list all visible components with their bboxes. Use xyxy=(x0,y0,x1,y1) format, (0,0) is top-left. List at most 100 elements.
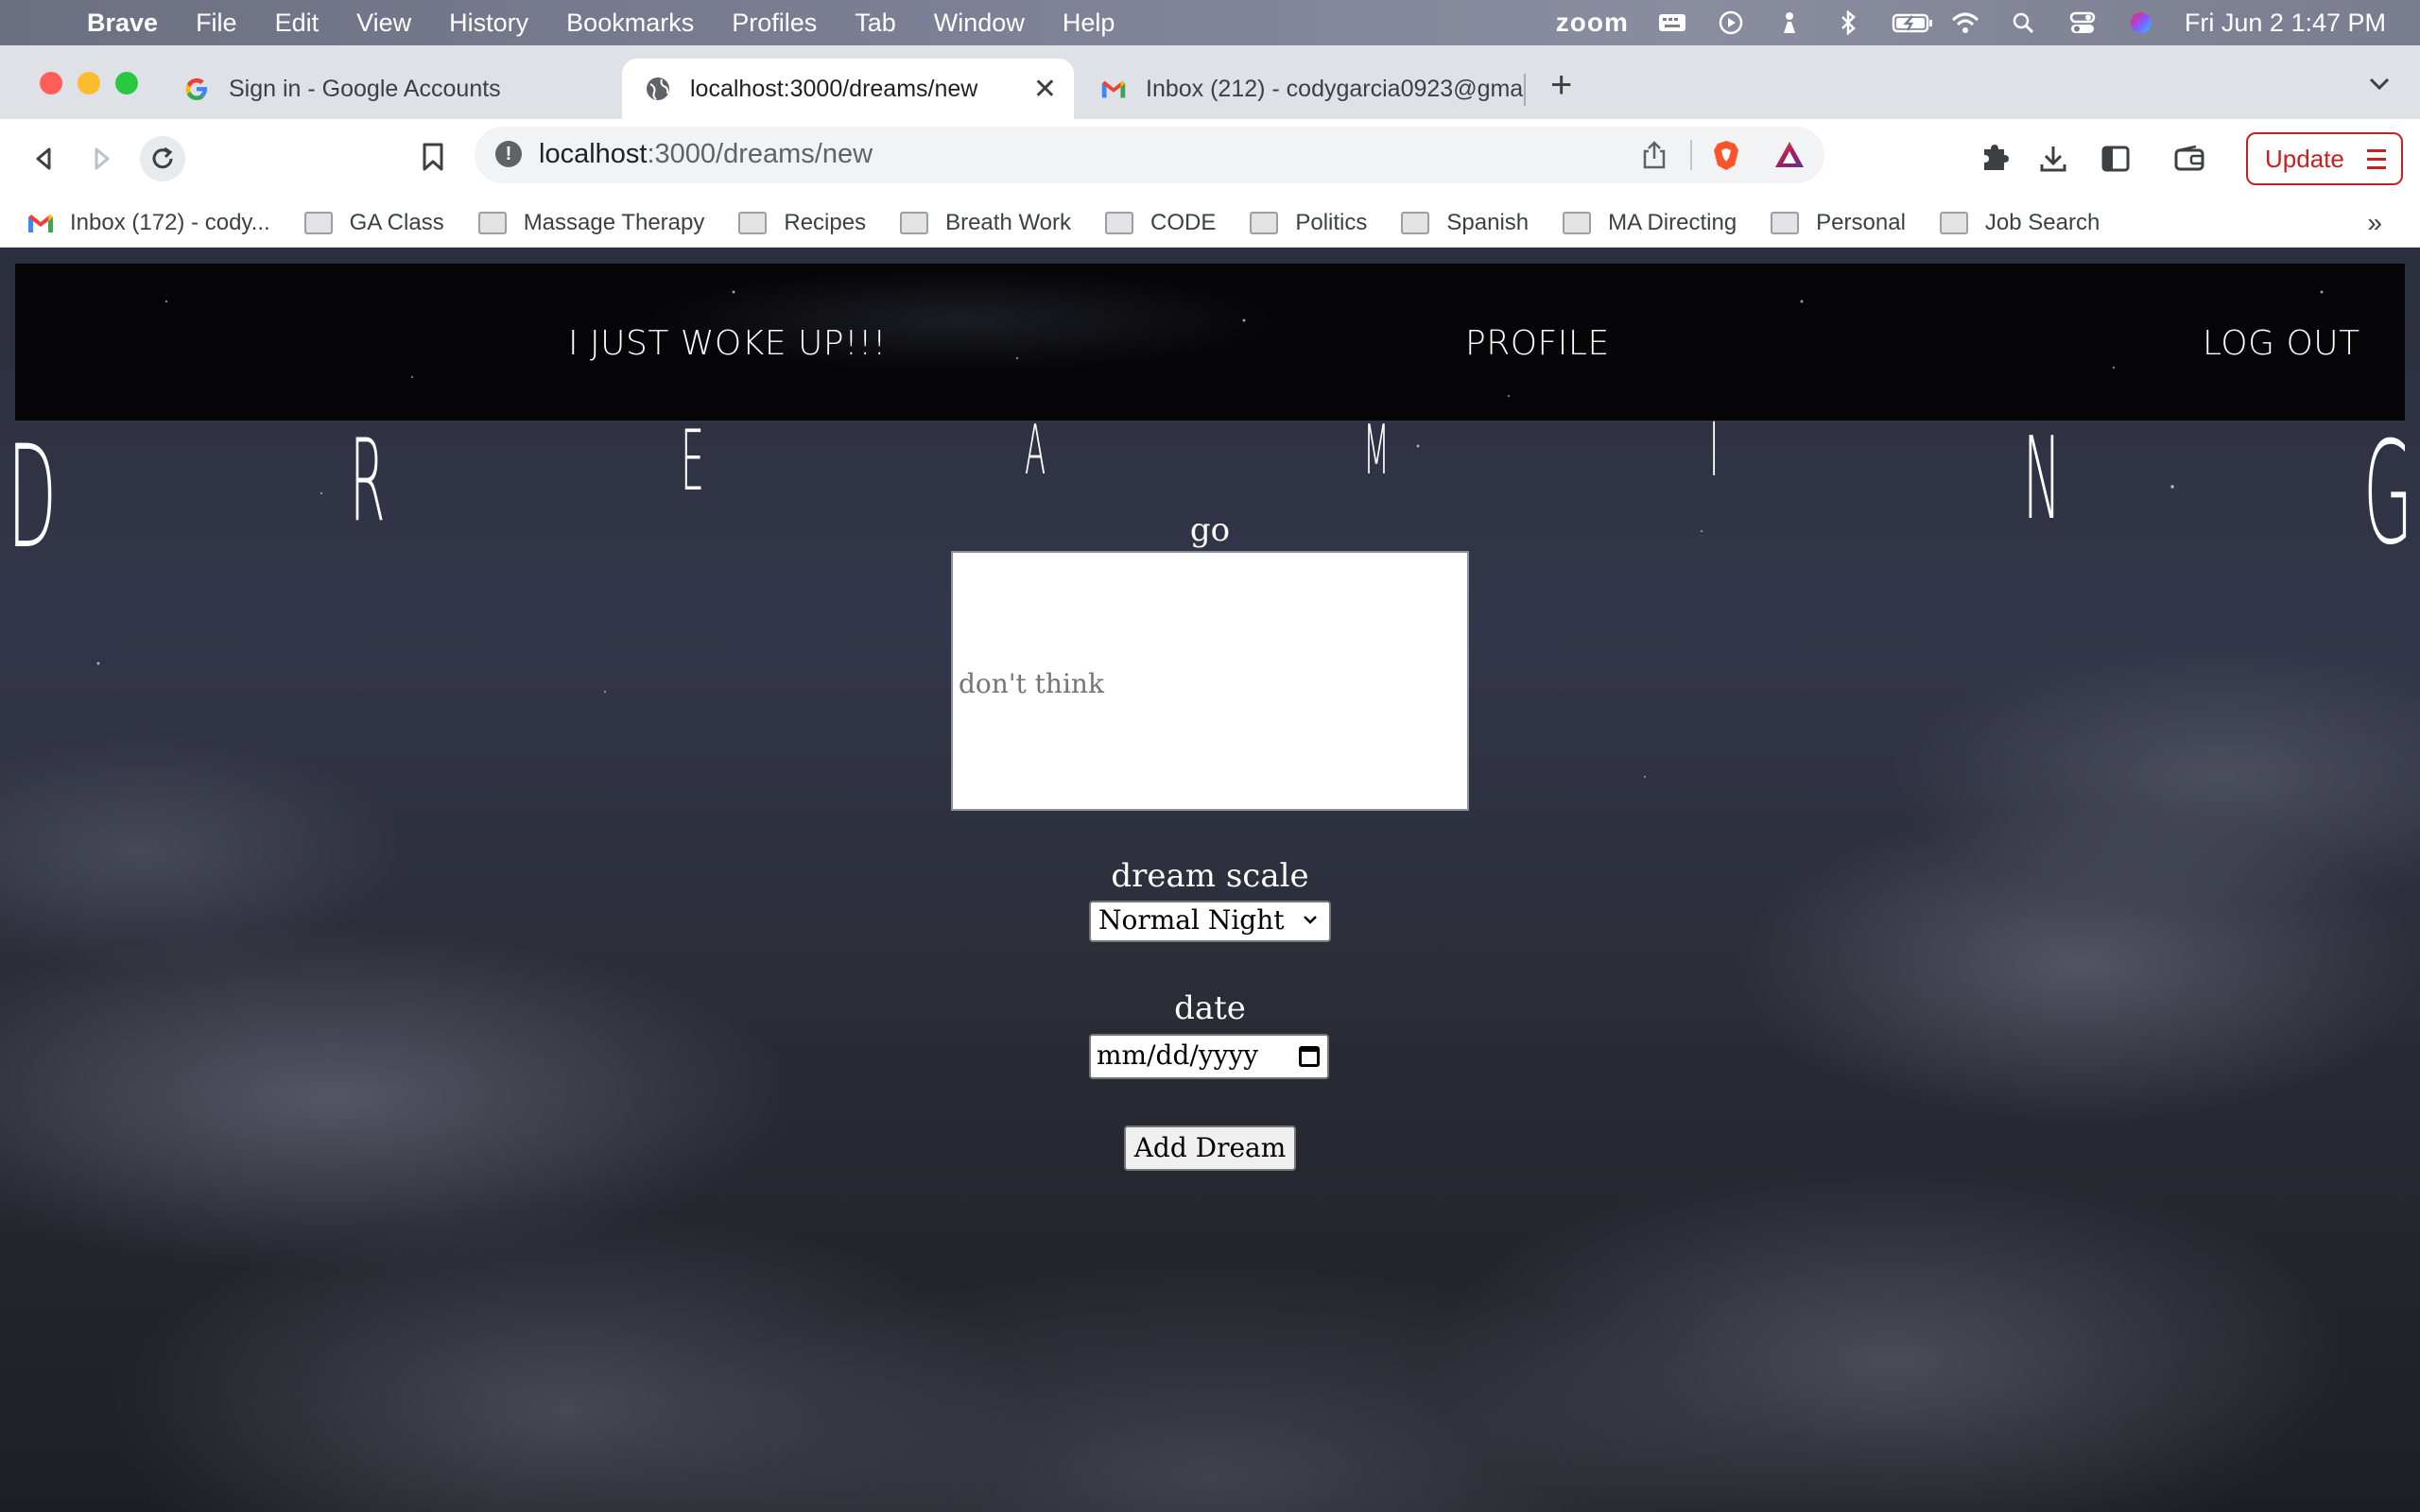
chevron-down-icon xyxy=(1301,902,1320,951)
control-center-icon[interactable] xyxy=(2067,10,2098,35)
bookmark-label: Personal xyxy=(1816,209,1906,235)
title-letter: E xyxy=(681,412,705,509)
extensions-icon[interactable] xyxy=(1976,140,2014,178)
menu-help[interactable]: Help xyxy=(1063,9,1115,38)
folder-icon xyxy=(1939,211,1968,234)
wifi-icon[interactable] xyxy=(1950,10,1980,35)
bookmarks-overflow-button[interactable]: » xyxy=(2367,208,2382,238)
bookmark-folder-job-search[interactable]: Job Search xyxy=(1939,209,2100,236)
navbar-starfield xyxy=(15,264,2405,421)
title-letter: G xyxy=(2363,412,2413,576)
date-input[interactable]: mm/dd/yyyy xyxy=(1089,1034,1329,1079)
bookmark-folder-breath-work[interactable]: Breath Work xyxy=(900,210,1071,236)
date-input-placeholder: mm/dd/yyyy xyxy=(1097,1040,1259,1071)
date-label: date xyxy=(1174,989,1246,1027)
bookmark-folder-personal[interactable]: Personal xyxy=(1771,210,1906,236)
tab-search-chevron-icon[interactable] xyxy=(2367,70,2392,99)
bookmark-folder-code[interactable]: CODE xyxy=(1105,210,1216,236)
wallet-icon[interactable] xyxy=(2170,140,2208,178)
brave-rewards-icon[interactable] xyxy=(1773,140,1804,170)
bookmark-label: Massage Therapy xyxy=(523,209,705,235)
tab-dreams-new-active[interactable]: localhost:3000/dreams/new ✕ xyxy=(622,59,1074,119)
menu-bookmarks[interactable]: Bookmarks xyxy=(566,9,694,38)
dream-textarea[interactable]: don't think xyxy=(951,551,1469,811)
bookmark-folder-recipes[interactable]: Recipes xyxy=(738,210,866,236)
window-close-button[interactable] xyxy=(40,72,62,94)
folder-icon xyxy=(1250,211,1279,234)
reload-button[interactable] xyxy=(140,136,185,181)
tab-separator xyxy=(1524,74,1526,106)
downloads-icon[interactable] xyxy=(2034,140,2072,178)
address-bar[interactable]: ! localhost:3000/dreams/new xyxy=(475,127,1824,183)
calendar-icon[interactable] xyxy=(1299,1046,1320,1067)
menu-profiles[interactable]: Profiles xyxy=(732,9,817,38)
sidebar-icon[interactable] xyxy=(2097,140,2135,178)
site-navbar: I JUST WOKE UP!!! PROFILE LOG OUT xyxy=(15,264,2405,421)
bookmark-folder-massage-therapy[interactable]: Massage Therapy xyxy=(477,209,705,236)
dream-scale-select[interactable]: Normal Night xyxy=(1089,901,1331,942)
bookmark-label: GA Class xyxy=(349,209,444,235)
bookmark-icon[interactable] xyxy=(414,138,452,176)
site-info-icon[interactable]: ! xyxy=(495,141,522,167)
window-minimize-button[interactable] xyxy=(78,72,100,94)
bookmark-folder-spanish[interactable]: Spanish xyxy=(1401,210,1529,236)
tab-title: Inbox (212) - codygarcia0923@gma xyxy=(1146,75,1524,102)
title-letter: A xyxy=(1025,410,1046,490)
bookmark-folder-politics[interactable]: Politics xyxy=(1250,210,1367,236)
address-url[interactable]: localhost:3000/dreams/new xyxy=(539,139,873,170)
keyboard-icon[interactable] xyxy=(1657,10,1687,35)
tab-google-sign-in[interactable]: Sign in - Google Accounts xyxy=(161,59,611,119)
bookmark-folder-ma-directing[interactable]: MA Directing xyxy=(1563,210,1737,236)
folder-icon xyxy=(1563,211,1592,234)
omnibox-divider xyxy=(1690,140,1692,170)
nav-link-just-woke-up[interactable]: I JUST WOKE UP!!! xyxy=(568,324,887,363)
tab-close-icon[interactable]: ✕ xyxy=(1033,73,1057,106)
update-button[interactable]: Update xyxy=(2246,132,2403,185)
folder-icon xyxy=(303,211,333,234)
bookmark-label: Breath Work xyxy=(945,209,1072,235)
menubar-clock[interactable]: Fri Jun 2 1:47 PM xyxy=(2185,9,2386,38)
spotlight-search-icon[interactable] xyxy=(2009,10,2039,35)
folder-icon xyxy=(1401,211,1430,234)
window-zoom-button[interactable] xyxy=(115,72,138,94)
menu-file[interactable]: File xyxy=(196,9,237,38)
folder-icon xyxy=(477,211,507,234)
voice-control-icon[interactable] xyxy=(1774,10,1805,35)
menu-view[interactable]: View xyxy=(356,9,411,38)
forward-button[interactable] xyxy=(79,136,125,181)
bluetooth-icon[interactable] xyxy=(1833,9,1863,36)
url-host: localhost xyxy=(539,139,648,169)
nav-link-profile[interactable]: PROFILE xyxy=(1465,324,1610,363)
share-icon[interactable] xyxy=(1639,140,1669,170)
bookmarks-bar: Inbox (172) - cody... GA Class Massage T… xyxy=(0,198,2420,248)
nav-link-log-out[interactable]: LOG OUT xyxy=(2203,324,2360,363)
menu-tab[interactable]: Tab xyxy=(855,9,896,38)
title-letter: I xyxy=(1709,408,1720,493)
brave-shields-icon[interactable] xyxy=(1711,140,1741,170)
menu-edit[interactable]: Edit xyxy=(275,9,320,38)
bookmark-label: Spanish xyxy=(1446,209,1530,235)
bookmark-label: Inbox (172) - cody... xyxy=(70,209,270,235)
back-button[interactable] xyxy=(21,136,66,181)
menu-app-brave[interactable]: Brave xyxy=(87,9,158,38)
dream-scale-label: dream scale xyxy=(1111,857,1309,895)
battery-icon[interactable] xyxy=(1892,10,1932,35)
url-path: :3000/dreams/new xyxy=(647,139,873,169)
menu-history[interactable]: History xyxy=(449,9,528,38)
bookmark-label: Recipes xyxy=(784,209,867,235)
bookmark-folder-ga-class[interactable]: GA Class xyxy=(303,209,444,236)
zoom-status-icon[interactable]: zoom xyxy=(1556,8,1629,38)
dream-textarea-placeholder: don't think xyxy=(959,668,1104,699)
bookmark-gmail-inbox[interactable]: Inbox (172) - cody... xyxy=(26,210,270,236)
add-dream-button[interactable]: Add Dream xyxy=(1124,1125,1296,1171)
menu-window[interactable]: Window xyxy=(934,9,1025,38)
bookmark-label: Politics xyxy=(1295,209,1368,235)
bookmark-label: Job Search xyxy=(1984,209,2100,235)
tab-gmail-inbox[interactable]: Inbox (212) - codygarcia0923@gma xyxy=(1078,59,1524,119)
play-circle-icon[interactable] xyxy=(1716,10,1746,35)
siri-icon[interactable] xyxy=(2126,10,2156,35)
menu-icon xyxy=(2367,149,2386,175)
browser-toolbar: ! localhost:3000/dreams/new Update xyxy=(0,119,2420,198)
folder-icon xyxy=(1105,211,1134,234)
new-tab-button[interactable]: + xyxy=(1550,64,1572,107)
